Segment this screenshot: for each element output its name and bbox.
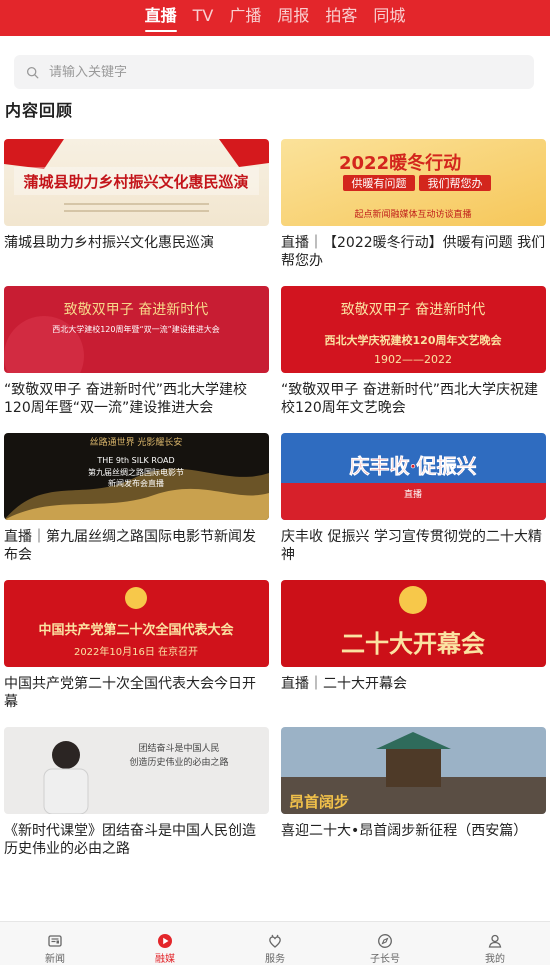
bottom-nav: 新闻 融媒 服务 子长号 我的 [0, 921, 550, 965]
content-grid: 蒲城县助力乡村振兴文化惠民巡演 蒲城县助力乡村振兴文化惠民巡演 2022暖冬行动 [4, 139, 546, 874]
card-caption: 直播｜第九届丝绸之路国际电影节新闻发布会 [4, 529, 256, 563]
card-thumbnail: 团结奋斗是中国人民 创造历史伟业的必由之路 [4, 727, 269, 814]
search-input[interactable] [49, 64, 509, 80]
card-caption: 庆丰收 促振兴 学习宣传贯彻党的二十大精神 [281, 529, 542, 563]
svg-text:致敬双甲子 奋进新时代: 致敬双甲子 奋进新时代 [64, 302, 208, 318]
nav-label: 新闻 [45, 954, 65, 965]
card-thumbnail: 昂首阔步 [281, 727, 546, 814]
card-caption: 直播｜【2022暖冬行动】供暖有问题 我们帮您办 [281, 235, 546, 269]
content-card[interactable]: 团结奋斗是中国人民 创造历史伟业的必由之路 《新时代课堂》团结奋斗是中国人民创造… [4, 727, 269, 874]
svg-text:西北大学建校120周年暨“双一流”建设推进大会: 西北大学建校120周年暨“双一流”建设推进大会 [52, 324, 220, 334]
compass-icon [378, 934, 392, 948]
card-thumbnail: 2022暖冬行动 供暖有问题 我们帮您办 起点新闻融媒体互动访谈直播 [281, 139, 546, 226]
nav-service[interactable]: 服务 [220, 922, 330, 965]
card-thumbnail: 致敬双甲子 奋进新时代 西北大学建校120周年暨“双一流”建设推进大会 [4, 286, 269, 373]
content-card[interactable]: 蒲城县助力乡村振兴文化惠民巡演 蒲城县助力乡村振兴文化惠民巡演 [4, 139, 269, 286]
svg-text:起点新闻融媒体互动访谈直播: 起点新闻融媒体互动访谈直播 [354, 208, 471, 220]
svg-text:二十大开幕会: 二十大开幕会 [341, 630, 485, 658]
news-icon [48, 935, 62, 947]
nav-media[interactable]: 融媒 [110, 922, 220, 965]
svg-text:新闻发布会直播: 新闻发布会直播 [108, 478, 164, 488]
svg-text:THE 9th SILK ROAD: THE 9th SILK ROAD [96, 456, 174, 465]
svg-text:庆丰收·促振兴: 庆丰收·促振兴 [350, 454, 477, 478]
card-thumbnail: 丝路通世界 光影耀长安 THE 9th SILK ROAD 第九届丝绸之路国际电… [4, 433, 269, 520]
svg-text:西北大学庆祝建校120周年文艺晚会: 西北大学庆祝建校120周年文艺晚会 [325, 333, 503, 347]
svg-text:创造历史伟业的必由之路: 创造历史伟业的必由之路 [129, 756, 228, 768]
svg-text:2022年10月16日 在京召开: 2022年10月16日 在京召开 [74, 645, 198, 658]
svg-text:蒲城县助力乡村振兴文化惠民巡演: 蒲城县助力乡村振兴文化惠民巡演 [23, 173, 248, 191]
play-icon [158, 934, 172, 948]
search-bar[interactable] [14, 55, 534, 89]
channel-tabs: 直播 TV 广播 周报 拍客 同城 [0, 0, 550, 36]
content-card[interactable]: 致敬双甲子 奋进新时代 西北大学庆祝建校120周年文艺晚会 1902——2022… [281, 286, 546, 433]
card-caption: 中国共产党第二十次全国代表大会今日开幕 [4, 676, 256, 710]
nav-label: 我的 [485, 954, 505, 965]
card-thumbnail: 致敬双甲子 奋进新时代 西北大学庆祝建校120周年文艺晚会 1902——2022 [281, 286, 546, 373]
content-card[interactable]: 中国共产党第二十次全国代表大会 2022年10月16日 在京召开 中国共产党第二… [4, 580, 269, 727]
card-caption: 喜迎二十大•昂首阔步新征程（西安篇） [281, 823, 528, 839]
svg-text:第九届丝绸之路国际电影节: 第九届丝绸之路国际电影节 [88, 467, 184, 477]
tab-local[interactable]: 同城 [365, 5, 413, 27]
card-caption: “致敬双甲子 奋进新时代”西北大学建校120周年暨“双一流”建设推进大会 [4, 382, 247, 416]
svg-text:直播: 直播 [404, 488, 422, 500]
card-thumbnail: 中国共产党第二十次全国代表大会 2022年10月16日 在京召开 [4, 580, 269, 667]
card-caption: 直播｜二十大开幕会 [281, 676, 407, 692]
service-icon [269, 934, 281, 948]
card-thumbnail: 二十大开幕会 [281, 580, 546, 667]
nav-news[interactable]: 新闻 [0, 922, 110, 965]
search-icon [26, 66, 39, 78]
tab-radio[interactable]: 广播 [221, 5, 269, 27]
nav-mine[interactable]: 我的 [440, 922, 550, 965]
tab-live[interactable]: 直播 [137, 5, 185, 32]
nav-account[interactable]: 子长号 [330, 922, 440, 965]
svg-text:丝路通世界 光影耀长安: 丝路通世界 光影耀长安 [90, 436, 183, 448]
content-card[interactable]: 昂首阔步 喜迎二十大•昂首阔步新征程（西安篇） [281, 727, 546, 874]
card-thumbnail: 庆丰收·促振兴 直播 [281, 433, 546, 520]
tab-reporter[interactable]: 拍客 [317, 5, 365, 27]
card-caption: 蒲城县助力乡村振兴文化惠民巡演 [4, 235, 214, 251]
tab-tv[interactable]: TV [185, 5, 222, 27]
svg-text:中国共产党第二十次全国代表大会: 中国共产党第二十次全国代表大会 [38, 622, 234, 638]
card-thumbnail: 蒲城县助力乡村振兴文化惠民巡演 [4, 139, 269, 226]
tab-weekly[interactable]: 周报 [269, 5, 317, 27]
svg-text:团结奋斗是中国人民: 团结奋斗是中国人民 [138, 742, 219, 754]
content-card[interactable]: 2022暖冬行动 供暖有问题 我们帮您办 起点新闻融媒体互动访谈直播 直播｜【2… [281, 139, 546, 286]
card-caption: 《新时代课堂》团结奋斗是中国人民创造历史伟业的必由之路 [4, 823, 256, 857]
card-caption: “致敬双甲子 奋进新时代”西北大学庆祝建校120周年文艺晚会 [281, 382, 538, 416]
content-card[interactable]: 二十大开幕会 直播｜二十大开幕会 [281, 580, 546, 727]
nav-label: 服务 [265, 954, 285, 965]
svg-text:昂首阔步: 昂首阔步 [289, 793, 349, 811]
content-card[interactable]: 致敬双甲子 奋进新时代 西北大学建校120周年暨“双一流”建设推进大会 “致敬双… [4, 286, 269, 433]
section-title: 内容回顾 [5, 101, 74, 120]
nav-label: 融媒 [155, 954, 175, 965]
content-card[interactable]: 丝路通世界 光影耀长安 THE 9th SILK ROAD 第九届丝绸之路国际电… [4, 433, 269, 580]
content-card[interactable]: 庆丰收·促振兴 直播 庆丰收 促振兴 学习宣传贯彻党的二十大精神 [281, 433, 546, 580]
svg-text:我们帮您办: 我们帮您办 [428, 176, 483, 190]
nav-label: 子长号 [370, 954, 400, 965]
top-tab-bar: 直播 TV 广播 周报 拍客 同城 [0, 0, 550, 36]
svg-text:致敬双甲子 奋进新时代: 致敬双甲子 奋进新时代 [341, 302, 485, 318]
user-icon [488, 934, 502, 948]
svg-text:1902——2022: 1902——2022 [374, 353, 452, 366]
svg-text:2022暖冬行动: 2022暖冬行动 [339, 152, 461, 174]
svg-text:供暖有问题: 供暖有问题 [352, 176, 407, 190]
